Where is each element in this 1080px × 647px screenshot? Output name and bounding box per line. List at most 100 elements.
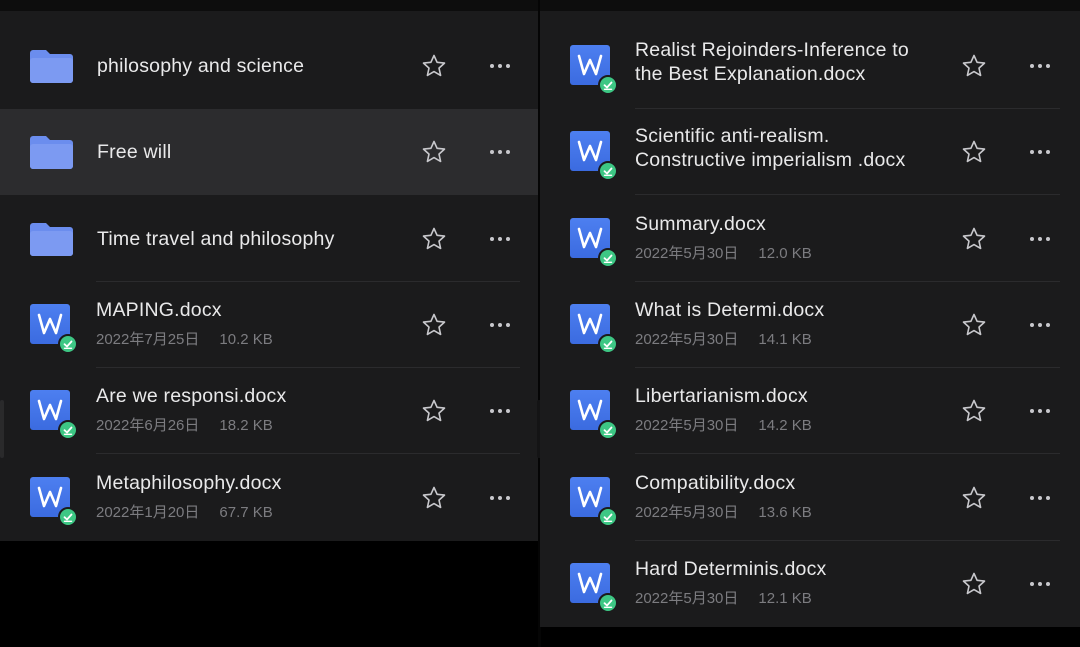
item-date: 2022年5月30日 (635, 417, 739, 434)
file-row[interactable]: Are we responsi.docx 2022年6月26日 18.2 KB (0, 368, 540, 454)
item-meta: 2022年7月25日 10.2 KB (96, 328, 273, 349)
word-doc-icon (30, 390, 78, 440)
left-edge-handle (0, 400, 4, 458)
synced-check-icon (598, 593, 618, 613)
more-icon[interactable] (484, 225, 516, 253)
star-icon[interactable] (420, 52, 448, 80)
folder-icon (30, 50, 73, 83)
more-icon[interactable] (484, 484, 516, 512)
more-icon[interactable] (1024, 311, 1056, 339)
item-date: 2022年5月30日 (635, 504, 739, 521)
item-meta: 2022年5月30日 12.0 KB (635, 242, 812, 263)
star-icon[interactable] (420, 484, 448, 512)
item-date: 2022年5月30日 (635, 245, 739, 262)
item-date: 2022年1月20日 (96, 504, 200, 521)
word-doc-icon (30, 304, 78, 354)
file-row[interactable]: Compatibility.docx 2022年5月30日 13.6 KB (540, 455, 1080, 541)
folder-icon (30, 136, 73, 169)
star-icon[interactable] (420, 138, 448, 166)
file-row[interactable]: MAPING.docx 2022年7月25日 10.2 KB (0, 282, 540, 368)
folder-row[interactable]: philosophy and science (0, 23, 540, 109)
item-title: Free will (97, 141, 172, 163)
left-file-list: philosophy and science Free will Time tr… (0, 0, 540, 541)
word-doc-icon (30, 477, 78, 527)
item-size: 18.2 KB (219, 417, 273, 434)
folder-icon (30, 223, 73, 256)
pane-header-strip (540, 0, 1080, 11)
item-title: Compatibility.docx (635, 472, 796, 494)
synced-check-icon (58, 420, 78, 440)
folder-row[interactable]: Free will (0, 109, 540, 195)
star-icon[interactable] (960, 311, 988, 339)
item-title: Are we responsi.docx (96, 385, 287, 407)
word-doc-icon (570, 477, 618, 527)
pane-header-strip (0, 0, 540, 11)
synced-check-icon (598, 248, 618, 268)
file-row[interactable]: Libertarianism.docx 2022年5月30日 14.2 KB (540, 368, 1080, 454)
item-meta: 2022年5月30日 13.6 KB (635, 501, 812, 522)
item-size: 12.1 KB (758, 590, 812, 607)
star-icon[interactable] (420, 225, 448, 253)
item-size: 12.0 KB (758, 245, 812, 262)
more-icon[interactable] (1024, 397, 1056, 425)
item-title: Hard Determinis.docx (635, 558, 827, 580)
item-size: 14.2 KB (758, 417, 812, 434)
file-row[interactable]: Summary.docx 2022年5月30日 12.0 KB (540, 196, 1080, 282)
star-icon[interactable] (960, 138, 988, 166)
synced-check-icon (598, 507, 618, 527)
star-icon[interactable] (960, 570, 988, 598)
word-doc-icon (570, 45, 618, 95)
item-title: Scientific anti-realism. Constructive im… (635, 125, 906, 171)
star-icon[interactable] (960, 225, 988, 253)
word-doc-icon (570, 131, 618, 181)
item-date: 2022年5月30日 (635, 590, 739, 607)
more-icon[interactable] (1024, 484, 1056, 512)
item-title: Realist Rejoinders-Inference to the Best… (635, 39, 909, 85)
item-title: MAPING.docx (96, 299, 222, 321)
word-doc-icon (570, 304, 618, 354)
star-icon[interactable] (960, 52, 988, 80)
star-icon[interactable] (960, 397, 988, 425)
file-browser: philosophy and science Free will Time tr… (0, 0, 1080, 647)
more-icon[interactable] (1024, 52, 1056, 80)
file-row[interactable]: What is Determi.docx 2022年5月30日 14.1 KB (540, 282, 1080, 368)
more-icon[interactable] (1024, 225, 1056, 253)
item-title: Summary.docx (635, 213, 766, 235)
synced-check-icon (598, 75, 618, 95)
more-icon[interactable] (484, 52, 516, 80)
right-file-list: Realist Rejoinders-Inference to the Best… (540, 0, 1080, 627)
star-icon[interactable] (420, 397, 448, 425)
item-title: Metaphilosophy.docx (96, 472, 282, 494)
item-size: 67.7 KB (219, 504, 273, 521)
item-meta: 2022年5月30日 14.1 KB (635, 328, 812, 349)
file-row[interactable]: Scientific anti-realism. Constructive im… (540, 109, 1080, 195)
item-title: What is Determi.docx (635, 299, 825, 321)
more-icon[interactable] (484, 397, 516, 425)
more-icon[interactable] (484, 138, 516, 166)
folder-row[interactable]: Time travel and philosophy (0, 196, 540, 282)
item-title: Time travel and philosophy (97, 228, 335, 250)
more-icon[interactable] (1024, 570, 1056, 598)
word-doc-icon (570, 218, 618, 268)
more-icon[interactable] (484, 311, 516, 339)
item-size: 10.2 KB (219, 331, 273, 348)
more-icon[interactable] (1024, 138, 1056, 166)
file-row[interactable]: Realist Rejoinders-Inference to the Best… (540, 23, 1080, 109)
item-date: 2022年7月25日 (96, 331, 200, 348)
row-divider (96, 453, 520, 454)
synced-check-icon (598, 420, 618, 440)
row-divider (635, 194, 1060, 195)
synced-check-icon (58, 507, 78, 527)
word-doc-icon (570, 563, 618, 613)
item-date: 2022年5月30日 (635, 331, 739, 348)
item-title: Libertarianism.docx (635, 385, 808, 407)
file-row[interactable]: Hard Determinis.docx 2022年5月30日 12.1 KB (540, 541, 1080, 627)
star-icon[interactable] (960, 484, 988, 512)
item-size: 14.1 KB (758, 331, 812, 348)
file-row[interactable]: Metaphilosophy.docx 2022年1月20日 67.7 KB (0, 455, 540, 541)
synced-check-icon (598, 161, 618, 181)
item-meta: 2022年5月30日 14.2 KB (635, 414, 812, 435)
item-meta: 2022年1月20日 67.7 KB (96, 501, 273, 522)
item-date: 2022年6月26日 (96, 417, 200, 434)
star-icon[interactable] (420, 311, 448, 339)
